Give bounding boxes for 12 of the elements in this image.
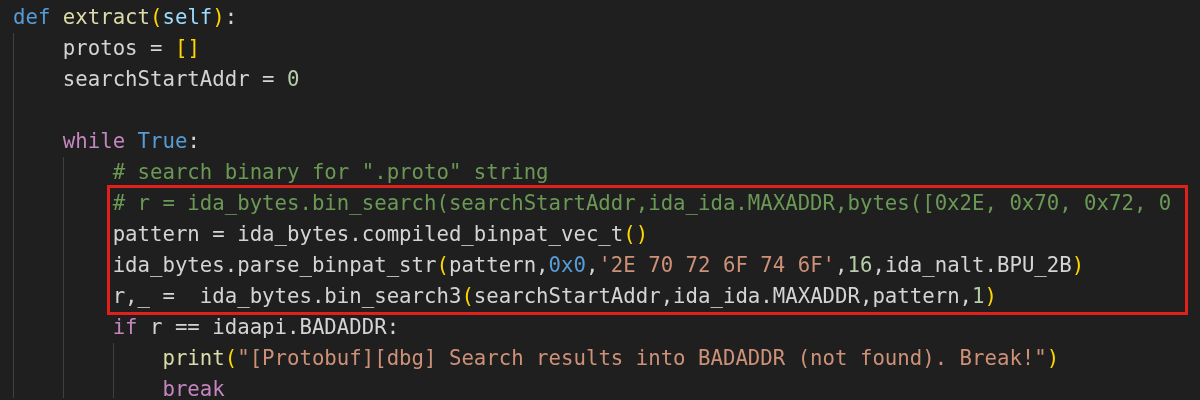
code-line: pattern = ida_bytes.compiled_binpat_vec_t() bbox=[112, 221, 649, 248]
code-line: print("[Protobuf][dbg] Search results into BADADDR (not found). Break!") bbox=[162, 345, 1060, 372]
code-line: if r == idaapi.BADADDR: bbox=[112, 314, 400, 341]
code-line: # r = ida_bytes.bin_search(searchStartAddr,ida_ida.MAXADDR,bytes([0x2E, 0x70, 0x72, 0 bbox=[112, 190, 1172, 217]
code-line: while True: bbox=[62, 128, 200, 155]
code-line: searchStartAddr = 0 bbox=[62, 66, 300, 93]
code-line: # search binary for ".proto" string bbox=[112, 159, 549, 186]
code-line: break bbox=[162, 376, 225, 398]
code-line: r,_ = ida_bytes.bin_search3(searchStartAddr,ida_ida.MAXADDR,pattern,1) bbox=[112, 283, 997, 310]
code-line: protos = [] bbox=[62, 35, 200, 62]
code-line: def extract(self): bbox=[13, 4, 238, 31]
code-line: ida_bytes.parse_binpat_str(pattern,0x0,'2E 70 72 6F 74 6F',16,ida_nalt.BPU_2B) bbox=[112, 252, 1085, 279]
